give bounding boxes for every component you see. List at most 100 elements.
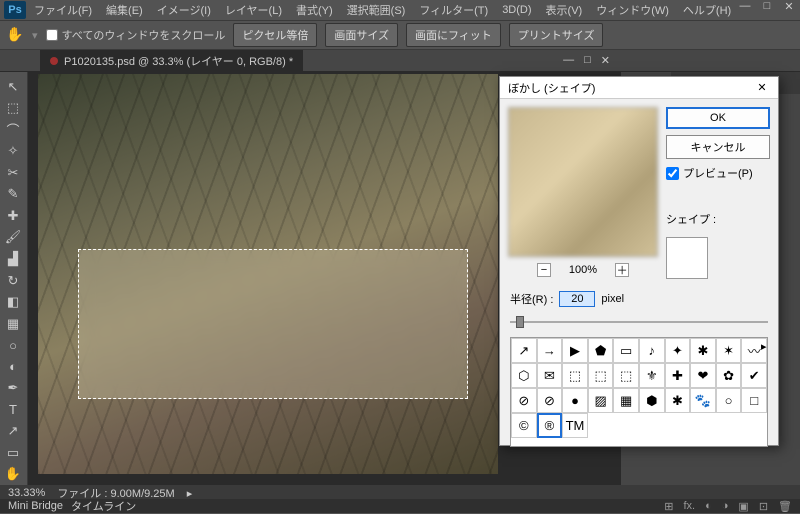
- brush-tool-icon[interactable]: 🖌: [0, 227, 26, 249]
- trash-icon[interactable]: 🗑: [778, 500, 792, 513]
- shape-option[interactable]: ✚: [665, 363, 691, 388]
- zoom-out-button[interactable]: −: [537, 263, 551, 277]
- shape-option[interactable]: ✔: [741, 363, 767, 388]
- shape-option[interactable]: ✶: [716, 338, 742, 363]
- menu-3d[interactable]: 3D(D): [496, 2, 537, 18]
- shape-thumbnail[interactable]: [666, 237, 708, 279]
- zoom-value[interactable]: 33.33%: [8, 487, 45, 499]
- radius-input[interactable]: [559, 291, 595, 307]
- history-brush-icon[interactable]: ↻: [0, 270, 26, 292]
- fx-icon[interactable]: fx.: [683, 500, 695, 513]
- zoom-in-button[interactable]: ＋: [615, 263, 629, 277]
- shape-option[interactable]: □: [741, 388, 767, 413]
- lasso-tool-icon[interactable]: ⌒: [0, 119, 26, 141]
- shape-option[interactable]: ✱: [665, 388, 691, 413]
- menu-help[interactable]: ヘルプ(H): [677, 0, 737, 20]
- preview-image[interactable]: [508, 107, 658, 257]
- wand-tool-icon[interactable]: ✧: [0, 141, 26, 163]
- shape-option[interactable]: →: [537, 338, 563, 363]
- radius-slider[interactable]: [510, 313, 768, 331]
- menu-view[interactable]: 表示(V): [540, 0, 589, 20]
- menu-select[interactable]: 選択範囲(S): [341, 0, 412, 20]
- gradient-tool-icon[interactable]: ▦: [0, 313, 26, 335]
- eraser-tool-icon[interactable]: ◧: [0, 291, 26, 313]
- shape-option[interactable]: ⬡: [511, 363, 537, 388]
- doc-close[interactable]: ✕: [601, 54, 610, 67]
- shape-option[interactable]: ⬚: [613, 363, 639, 388]
- fit-on-button[interactable]: 画面にフィット: [406, 23, 501, 47]
- doc-minimize[interactable]: —: [563, 54, 574, 67]
- hand-tool-icon[interactable]: ✋: [0, 464, 26, 486]
- shape-option[interactable]: ♪: [639, 338, 665, 363]
- shape-option[interactable]: ✉: [537, 363, 563, 388]
- eyedropper-tool-icon[interactable]: ✎: [0, 184, 26, 206]
- shape-option[interactable]: ▭: [613, 338, 639, 363]
- healing-tool-icon[interactable]: ✚: [0, 205, 26, 227]
- shape-option[interactable]: ⚜: [639, 363, 665, 388]
- shape-option[interactable]: ⬚: [562, 363, 588, 388]
- group-icon[interactable]: ▣: [738, 500, 748, 513]
- shape-option[interactable]: ⊘: [511, 388, 537, 413]
- shape-option[interactable]: ▶: [562, 338, 588, 363]
- shape-option[interactable]: ⊘: [537, 388, 563, 413]
- shape-option[interactable]: TM: [562, 413, 588, 438]
- actual-pixels-button[interactable]: ピクセル等倍: [233, 23, 317, 47]
- scroll-all-checkbox[interactable]: すべてのウィンドウをスクロール: [46, 27, 226, 43]
- menu-type[interactable]: 書式(Y): [290, 0, 339, 20]
- shape-option[interactable]: ✿: [716, 363, 742, 388]
- ok-button[interactable]: OK: [666, 107, 770, 129]
- fit-screen-button[interactable]: 画面サイズ: [325, 23, 398, 47]
- doc-maximize[interactable]: □: [584, 54, 591, 67]
- shape-option[interactable]: ●: [562, 388, 588, 413]
- shape-option[interactable]: ©: [511, 413, 537, 438]
- menu-filter[interactable]: フィルター(T): [413, 0, 494, 20]
- stamp-tool-icon[interactable]: ▟: [0, 248, 26, 270]
- marquee-tool-icon[interactable]: ⬚: [0, 98, 26, 120]
- hand-tool-icon[interactable]: ✋: [6, 26, 24, 44]
- menu-image[interactable]: イメージ(I): [151, 0, 217, 20]
- shape-tool-icon[interactable]: ▭: [0, 442, 26, 464]
- window-maximize[interactable]: □: [760, 0, 774, 12]
- shape-option[interactable]: ○: [716, 388, 742, 413]
- adjustment-icon[interactable]: ◑: [722, 500, 729, 513]
- new-layer-icon[interactable]: ⊡: [759, 500, 768, 513]
- shape-option[interactable]: ✦: [665, 338, 691, 363]
- layers-toggle-icon[interactable]: ⊞: [664, 500, 673, 513]
- radius-label: 半径(R) :: [510, 291, 553, 307]
- mask-icon[interactable]: ◐: [705, 500, 712, 513]
- document-tab[interactable]: P1020135.psd @ 33.3% (レイヤー 0, RGB/8) *: [40, 50, 303, 72]
- shape-option[interactable]: ❤: [690, 363, 716, 388]
- shape-option[interactable]: ✱: [690, 338, 716, 363]
- shape-option[interactable]: ®: [537, 413, 563, 438]
- window-close[interactable]: ✕: [782, 0, 796, 12]
- dialog-titlebar[interactable]: ぼかし (シェイプ) ✕: [500, 77, 778, 99]
- cancel-button[interactable]: キャンセル: [666, 135, 770, 159]
- shape-option[interactable]: ⬟: [588, 338, 614, 363]
- status-expand-icon[interactable]: ▸: [187, 487, 193, 500]
- app-logo: Ps: [4, 1, 26, 19]
- menu-layer[interactable]: レイヤー(L): [219, 0, 288, 20]
- dialog-close-icon[interactable]: ✕: [754, 81, 770, 94]
- menu-edit[interactable]: 編集(E): [100, 0, 149, 20]
- blur-tool-icon[interactable]: ○: [0, 334, 26, 356]
- pen-tool-icon[interactable]: ✒: [0, 377, 26, 399]
- dodge-tool-icon[interactable]: ◐: [0, 356, 26, 378]
- crop-tool-icon[interactable]: ✂: [0, 162, 26, 184]
- preview-checkbox[interactable]: プレビュー(P): [666, 165, 770, 181]
- shape-option[interactable]: ⬚: [588, 363, 614, 388]
- shape-option[interactable]: ↗: [511, 338, 537, 363]
- path-tool-icon[interactable]: ↗: [0, 421, 26, 443]
- shape-picker-menu-icon[interactable]: ▸: [761, 340, 771, 350]
- shape-option[interactable]: ⬢: [639, 388, 665, 413]
- window-minimize[interactable]: —: [738, 0, 752, 12]
- menu-window[interactable]: ウィンドウ(W): [590, 0, 675, 20]
- menu-file[interactable]: ファイル(F): [28, 0, 98, 20]
- type-tool-icon[interactable]: T: [0, 399, 26, 421]
- move-tool-icon[interactable]: ↖: [0, 76, 26, 98]
- shape-option[interactable]: ▦: [613, 388, 639, 413]
- shape-option[interactable]: ▨: [588, 388, 614, 413]
- shape-option[interactable]: 🐾: [690, 388, 716, 413]
- timeline-tab[interactable]: タイムライン: [71, 498, 136, 514]
- minibridge-tab[interactable]: Mini Bridge: [8, 500, 63, 512]
- print-size-button[interactable]: プリントサイズ: [509, 23, 604, 47]
